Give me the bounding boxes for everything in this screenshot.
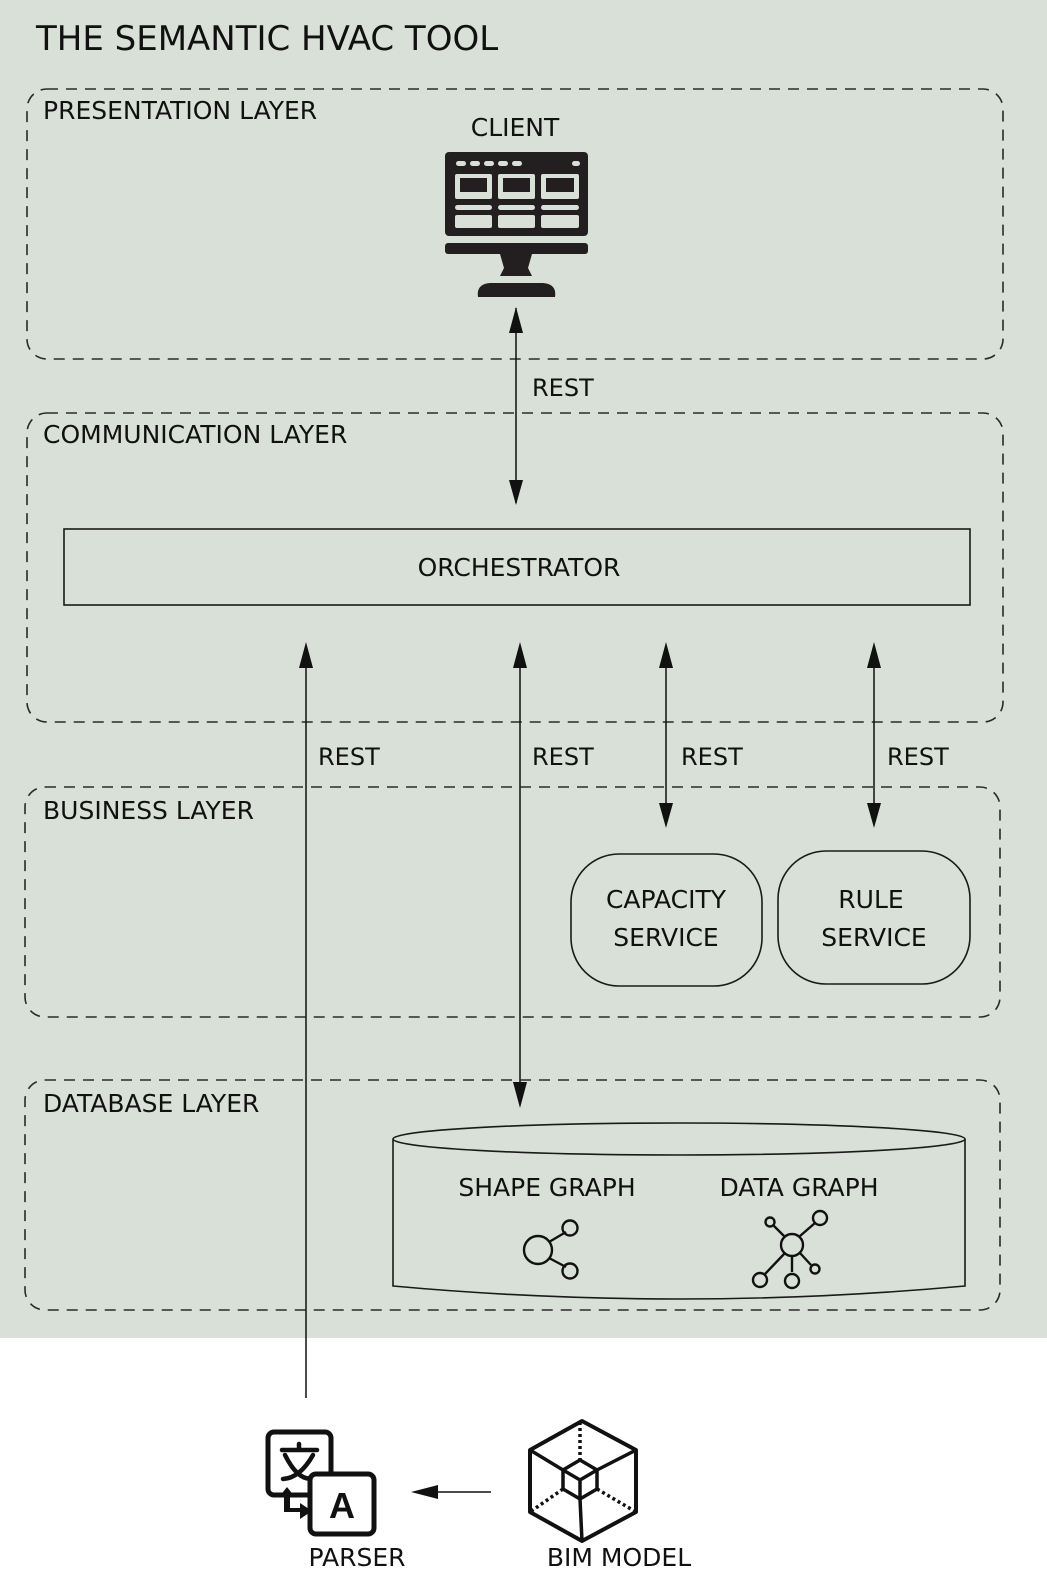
communication-layer-label: COMMUNICATION LAYER — [43, 420, 347, 449]
svg-text:A: A — [329, 1485, 355, 1526]
rule-service-label-line2: SERVICE — [821, 923, 926, 952]
rule-service-label-line1: RULE — [838, 885, 903, 914]
shape-graph-label: SHAPE GRAPH — [458, 1173, 635, 1202]
cube-icon — [528, 1419, 638, 1543]
capacity-service-label-line1: CAPACITY — [606, 885, 727, 914]
architecture-diagram: THE SEMANTIC HVAC TOOL PRESENTATION LAYE… — [0, 0, 1047, 1572]
data-graph-label: DATA GRAPH — [719, 1173, 878, 1202]
parser-node[interactable]: A PARSER — [265, 1429, 406, 1572]
business-layer-label: BUSINESS LAYER — [43, 796, 254, 825]
bim-model-node[interactable]: BIM MODEL — [528, 1419, 691, 1572]
rest-label-client: REST — [532, 374, 594, 402]
parser-label: PARSER — [309, 1543, 406, 1572]
orchestrator-label: ORCHESTRATOR — [418, 553, 621, 582]
rest-label-database: REST — [532, 743, 594, 771]
rest-label-capacity: REST — [681, 743, 743, 771]
rest-label-parser: REST — [318, 743, 380, 771]
client-label: CLIENT — [471, 113, 560, 142]
arrowhead-left — [411, 1485, 438, 1499]
translate-icon: A — [265, 1429, 377, 1537]
rest-label-rule: REST — [887, 743, 949, 771]
database-layer-label: DATABASE LAYER — [43, 1089, 259, 1118]
diagram-title: THE SEMANTIC HVAC TOOL — [35, 19, 498, 59]
bim-model-label: BIM MODEL — [547, 1543, 691, 1572]
capacity-service-label-line2: SERVICE — [613, 923, 718, 952]
presentation-layer-label: PRESENTATION LAYER — [43, 96, 317, 125]
